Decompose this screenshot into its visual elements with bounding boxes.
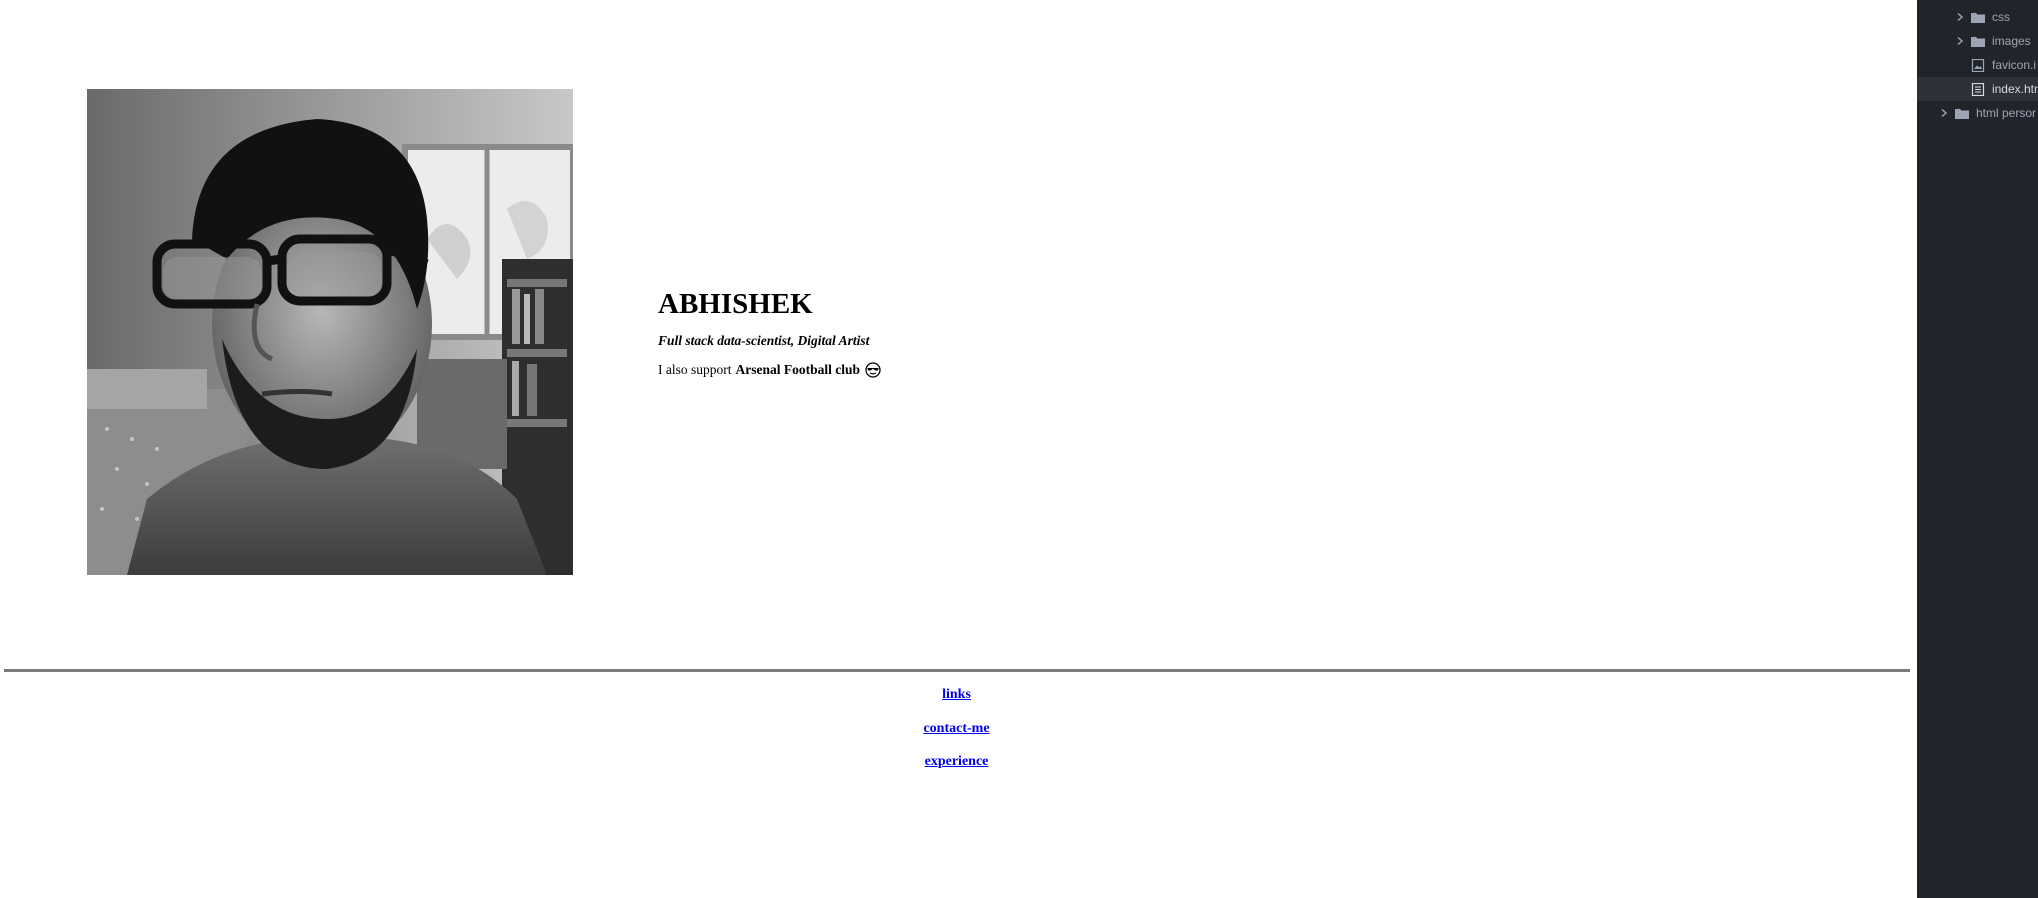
link-experience[interactable]: experience [0, 753, 1913, 771]
tree-item-index-html[interactable]: index.htr [1917, 77, 2038, 101]
support-club: Arsenal Football club [735, 362, 861, 377]
image-file-icon [1971, 58, 1985, 72]
chevron-right-icon [1957, 36, 1964, 46]
horizontal-rule [4, 669, 1910, 672]
tree-label-html-personal: html persor [1976, 106, 2037, 120]
tree-item-favicon[interactable]: favicon.i [1917, 53, 2038, 77]
file-icon [1971, 82, 1985, 96]
profile-tagline: Full stack data-scientist, Digital Artis… [658, 333, 870, 348]
screen: ABHISHEK Full stack data-scientist, Digi… [0, 0, 2038, 898]
tree-item-html-personal[interactable]: html persor [1917, 101, 2038, 125]
profile-photo [87, 89, 573, 575]
web-preview: ABHISHEK Full stack data-scientist, Digi… [0, 0, 1917, 898]
sunglasses-emoji-icon [865, 362, 881, 378]
folder-icon [1955, 108, 1969, 119]
tree-item-images[interactable]: images [1917, 29, 2038, 53]
profile-name: ABHISHEK [658, 288, 813, 320]
support-line: I also support Arsenal Football club [658, 362, 1358, 378]
tree-label-css: css [1992, 10, 2010, 24]
folder-icon [1971, 12, 1985, 23]
chevron-right-icon [1957, 12, 1964, 22]
link-contact-me[interactable]: contact-me [0, 720, 1913, 738]
footer-nav: links contact-me experience [0, 686, 1913, 787]
chevron-right-icon [1941, 108, 1948, 118]
tree-item-css[interactable]: css [1917, 5, 2038, 29]
tree-label-images: images [1992, 34, 2031, 48]
tree-label-index-html: index.htr [1991, 82, 2038, 96]
folder-icon [1971, 36, 1985, 47]
link-links[interactable]: links [0, 686, 1913, 704]
intro-section: ABHISHEK Full stack data-scientist, Digi… [658, 286, 1358, 378]
tree-label-favicon: favicon.i [1992, 58, 2037, 72]
support-prefix: I also support [658, 362, 732, 377]
file-tree-sidebar: . css images favicon.i [1917, 0, 2038, 898]
